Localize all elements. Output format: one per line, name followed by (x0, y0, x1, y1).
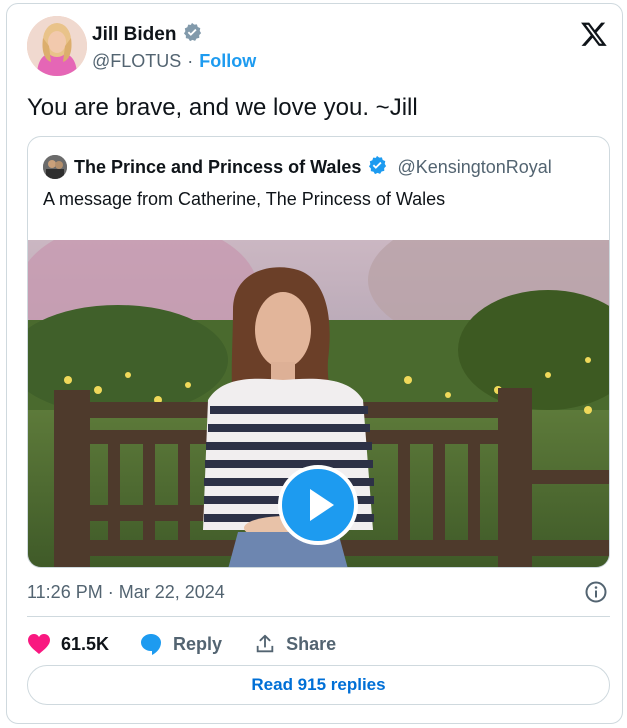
quoted-name-row: The Prince and Princess of Wales @Kensin… (74, 155, 552, 180)
author-avatar[interactable] (27, 16, 87, 76)
share-button[interactable]: Share (254, 633, 336, 655)
reply-bubble-icon (141, 634, 162, 655)
heart-icon (28, 634, 50, 654)
quoted-author-name[interactable]: The Prince and Princess of Wales (74, 157, 361, 178)
quoted-tweet-text: A message from Catherine, The Princess o… (43, 189, 446, 209)
play-icon (310, 489, 334, 521)
quoted-author-handle[interactable]: @KensingtonRoyal (397, 157, 551, 178)
divider (27, 616, 610, 617)
quoted-tweet[interactable]: The Prince and Princess of Wales @Kensin… (27, 136, 610, 568)
author-handle[interactable]: @FLOTUS (92, 51, 181, 72)
reply-label: Reply (173, 633, 223, 654)
share-label: Share (286, 633, 337, 654)
separator: · (187, 51, 194, 71)
action-bar: 61.5K Reply Share (27, 629, 336, 659)
play-button[interactable] (278, 465, 358, 545)
verified-badge-icon (367, 155, 387, 180)
author-name[interactable]: Jill Biden (92, 24, 176, 46)
tweet-card: Jill Biden @FLOTUS · Follow You are brav… (6, 3, 623, 724)
info-icon[interactable] (584, 580, 608, 604)
tweet-text: You are brave, and we love you. ~Jill (27, 94, 418, 121)
reply-button[interactable]: Reply (139, 632, 222, 656)
like-button[interactable]: 61.5K (27, 633, 109, 655)
like-count: 61.5K (61, 633, 110, 654)
follow-button[interactable]: Follow (199, 51, 256, 72)
quoted-avatar[interactable] (43, 155, 67, 179)
x-logo-icon[interactable] (580, 20, 608, 48)
tweet-timestamp[interactable]: 11:26 PM · Mar 22, 2024 (27, 582, 225, 603)
video-thumbnail[interactable] (28, 210, 609, 567)
verified-badge-icon (182, 22, 202, 48)
read-replies-button[interactable]: Read 915 replies (27, 665, 610, 705)
share-icon (256, 634, 274, 653)
author-handle-row: @FLOTUS · Follow (92, 51, 256, 72)
author-name-row: Jill Biden (92, 22, 202, 48)
